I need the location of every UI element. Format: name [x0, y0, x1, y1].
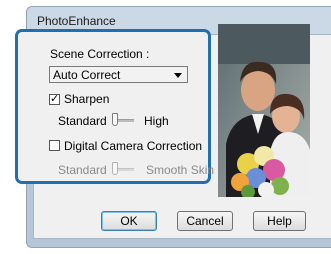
window-title: PhotoEnhance [37, 14, 116, 28]
preview-image [218, 24, 310, 197]
scene-correction-dropdown[interactable]: Auto Correct [49, 66, 188, 83]
checkmark-icon: ✓ [50, 93, 60, 105]
scene-correction-value: Auto Correct [53, 68, 121, 82]
digital-camera-correction-checkbox[interactable] [49, 140, 60, 151]
smooth-skin-slider-thumb [112, 162, 118, 175]
preview-photo-icon [218, 24, 310, 197]
smooth-skin-max-label: Smooth Skin [146, 163, 215, 177]
ok-button[interactable]: OK [101, 211, 157, 231]
digital-camera-correction-label: Digital Camera Correction [64, 139, 203, 153]
smooth-skin-min-label: Standard [58, 163, 107, 177]
help-button[interactable]: Help [253, 211, 306, 231]
cancel-button[interactable]: Cancel [177, 211, 233, 231]
sharpen-label: Sharpen [64, 92, 110, 106]
chevron-down-icon [174, 73, 182, 78]
sharpen-checkbox[interactable]: ✓ [49, 93, 60, 105]
sharpen-max-label: High [144, 114, 169, 128]
scene-correction-label: Scene Correction : [50, 47, 150, 61]
sharpen-min-label: Standard [58, 114, 107, 128]
sharpen-slider-thumb[interactable] [112, 113, 118, 126]
